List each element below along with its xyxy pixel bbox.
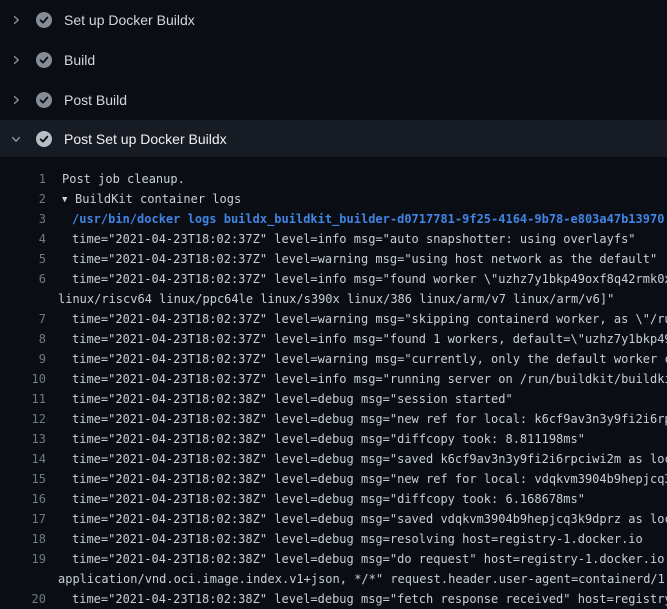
log-line: 17 time="2021-04-23T18:02:38Z" level=debu… xyxy=(0,509,667,529)
log-text: time="2021-04-23T18:02:37Z" level=info m… xyxy=(72,329,667,349)
line-number[interactable]: 8 xyxy=(0,329,46,349)
log-text: time="2021-04-23T18:02:37Z" level=info m… xyxy=(72,229,636,249)
log-text: time="2021-04-23T18:02:38Z" level=debug … xyxy=(72,489,585,509)
log-line: 5 time="2021-04-23T18:02:37Z" level=warni… xyxy=(0,249,667,269)
triangle-down-icon: ▼ xyxy=(62,190,75,209)
check-circle-icon xyxy=(36,12,52,28)
line-number[interactable]: 4 xyxy=(0,229,46,249)
line-number[interactable]: 1 xyxy=(0,169,46,189)
log-text: time="2021-04-23T18:02:38Z" level=debug … xyxy=(72,469,667,489)
step-row-build[interactable]: Build xyxy=(0,40,667,80)
log-text: time="2021-04-23T18:02:38Z" level=debug … xyxy=(72,509,667,529)
log-line: 7 time="2021-04-23T18:02:37Z" level=warni… xyxy=(0,309,667,329)
line-number[interactable]: 12 xyxy=(0,409,46,429)
log-text: time="2021-04-23T18:02:37Z" level=info m… xyxy=(72,369,667,389)
chevron-right-icon xyxy=(10,54,22,66)
line-number[interactable]: 16 xyxy=(0,489,46,509)
log-group-text: ▼BuildKit container logs xyxy=(62,189,241,209)
line-number[interactable]: 19 xyxy=(0,549,46,569)
line-number[interactable]: 17 xyxy=(0,509,46,529)
log-line: 18 time="2021-04-23T18:02:38Z" level=debu… xyxy=(0,529,667,549)
line-number[interactable]: 3 xyxy=(0,209,46,229)
line-number[interactable]: 11 xyxy=(0,389,46,409)
log-text: time="2021-04-23T18:02:37Z" level=info m… xyxy=(72,269,667,289)
log-text: time="2021-04-23T18:02:37Z" level=warnin… xyxy=(72,309,667,329)
log-text: time="2021-04-23T18:02:38Z" level=debug … xyxy=(72,529,643,549)
check-circle-icon xyxy=(36,92,52,108)
log-text: linux/riscv64 linux/ppc64le linux/s390x … xyxy=(58,289,614,309)
chevron-right-icon xyxy=(10,94,22,106)
line-number[interactable]: 7 xyxy=(0,309,46,329)
line-number[interactable]: 2 xyxy=(0,189,46,209)
chevron-down-icon xyxy=(10,133,22,145)
log-line: 11 time="2021-04-23T18:02:38Z" level=debu… xyxy=(0,389,667,409)
line-number[interactable]: 6 xyxy=(0,269,46,289)
line-number xyxy=(0,569,46,589)
line-number[interactable]: 14 xyxy=(0,449,46,469)
log-line: 12 time="2021-04-23T18:02:38Z" level=debu… xyxy=(0,409,667,429)
log-line: 15 time="2021-04-23T18:02:38Z" level=debu… xyxy=(0,469,667,489)
line-number[interactable]: 20 xyxy=(0,589,46,609)
log-line: 20 time="2021-04-23T18:02:38Z" level=debu… xyxy=(0,589,667,609)
check-circle-icon xyxy=(36,52,52,68)
workflow-job-log-panel: Set up Docker Buildx Build P xyxy=(0,0,667,609)
chevron-right-icon xyxy=(10,14,22,26)
log-text: time="2021-04-23T18:02:38Z" level=debug … xyxy=(72,389,513,409)
step-list: Set up Docker Buildx Build P xyxy=(0,0,667,157)
log-group-row[interactable]: 2 ▼BuildKit container logs xyxy=(0,189,667,209)
line-number xyxy=(0,289,46,309)
step-label: Post Set up Docker Buildx xyxy=(64,131,227,147)
log-line: 19 time="2021-04-23T18:02:38Z" level=debu… xyxy=(0,549,667,569)
step-label: Post Build xyxy=(64,92,127,108)
check-circle-icon xyxy=(36,131,52,147)
log-line: 16 time="2021-04-23T18:02:38Z" level=debu… xyxy=(0,489,667,509)
step-row-post-build[interactable]: Post Build xyxy=(0,80,667,120)
line-number[interactable]: 15 xyxy=(0,469,46,489)
log-line: linux/riscv64 linux/ppc64le linux/s390x … xyxy=(0,289,667,309)
step-row-post-set-up-docker-buildx[interactable]: Post Set up Docker Buildx xyxy=(0,120,667,157)
line-number[interactable]: 13 xyxy=(0,429,46,449)
log-text: time="2021-04-23T18:02:37Z" level=warnin… xyxy=(72,249,657,269)
log-line: 13 time="2021-04-23T18:02:38Z" level=debu… xyxy=(0,429,667,449)
step-label: Build xyxy=(64,52,95,68)
line-number[interactable]: 18 xyxy=(0,529,46,549)
line-number[interactable]: 10 xyxy=(0,369,46,389)
log-text: Post job cleanup. xyxy=(62,169,185,189)
log-line: 10 time="2021-04-23T18:02:37Z" level=info… xyxy=(0,369,667,389)
log-line: 4 time="2021-04-23T18:02:37Z" level=info … xyxy=(0,229,667,249)
log-text: time="2021-04-23T18:02:38Z" level=debug … xyxy=(72,449,667,469)
log-line: 6 time="2021-04-23T18:02:37Z" level=info … xyxy=(0,269,667,289)
log-text: time="2021-04-23T18:02:38Z" level=debug … xyxy=(72,409,667,429)
log-line: 1 Post job cleanup. xyxy=(0,169,667,189)
log-text: time="2021-04-23T18:02:38Z" level=debug … xyxy=(72,589,667,609)
log-command-text: /usr/bin/docker logs buildx_buildkit_bui… xyxy=(72,209,664,229)
step-row-set-up-docker-buildx[interactable]: Set up Docker Buildx xyxy=(0,0,667,40)
line-number[interactable]: 9 xyxy=(0,349,46,369)
line-number[interactable]: 5 xyxy=(0,249,46,269)
log-text: time="2021-04-23T18:02:37Z" level=warnin… xyxy=(72,349,667,369)
log-group-label: BuildKit container logs xyxy=(75,192,241,206)
log-text: application/vnd.oci.image.index.v1+json,… xyxy=(58,569,667,589)
log-line: 14 time="2021-04-23T18:02:38Z" level=debu… xyxy=(0,449,667,469)
step-label: Set up Docker Buildx xyxy=(64,12,195,28)
log-line: 8 time="2021-04-23T18:02:37Z" level=info … xyxy=(0,329,667,349)
log-line: 9 time="2021-04-23T18:02:37Z" level=warni… xyxy=(0,349,667,369)
log-line: application/vnd.oci.image.index.v1+json,… xyxy=(0,569,667,589)
log-viewer: 1 Post job cleanup. 2 ▼BuildKit container l… xyxy=(0,157,667,609)
log-text: time="2021-04-23T18:02:38Z" level=debug … xyxy=(72,549,667,569)
log-line: 3/usr/bin/docker logs buildx_buildkit_bu… xyxy=(0,209,667,229)
log-text: time="2021-04-23T18:02:38Z" level=debug … xyxy=(72,429,585,449)
